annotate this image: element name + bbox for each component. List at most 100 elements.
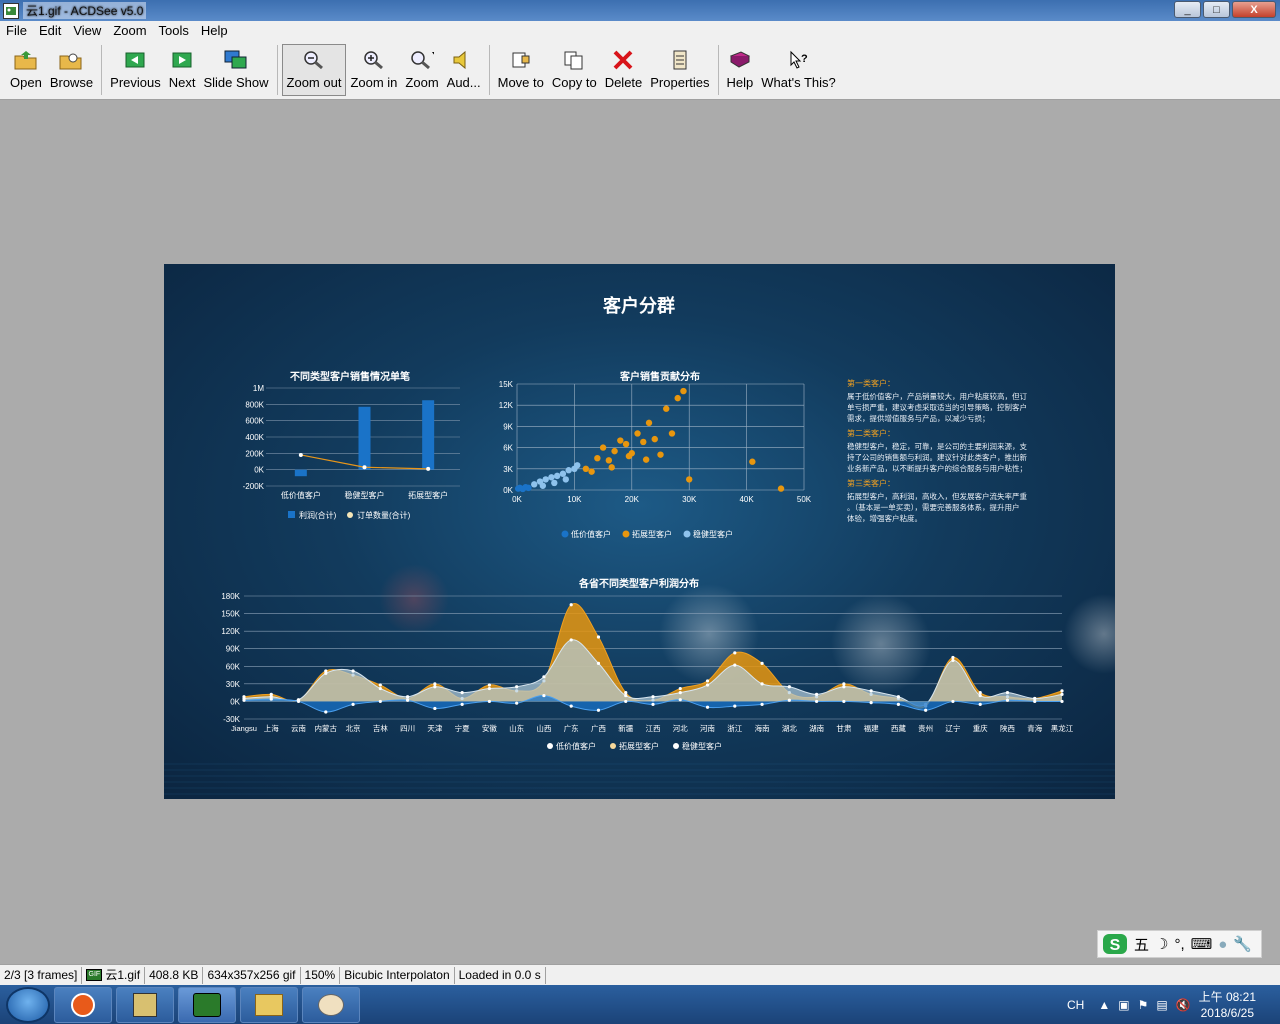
taskbar-app-1[interactable] (54, 986, 112, 1023)
delete-button[interactable]: Delete (601, 44, 647, 96)
area-x-tick: 黑龙江 (1051, 723, 1074, 733)
area-point (705, 683, 710, 687)
volume-muted-icon[interactable]: 🔇 (1176, 998, 1191, 1012)
scatter-point (634, 430, 641, 437)
menu-zoom[interactable]: Zoom (107, 23, 152, 38)
zoom-out-button[interactable]: Zoom out (281, 43, 347, 96)
next-button[interactable]: Next (165, 44, 200, 96)
scatter-x-tick: 20K (625, 495, 640, 504)
taskbar-paint[interactable] (302, 986, 360, 1023)
scatter-point (611, 447, 618, 455)
menu-tools[interactable]: Tools (153, 23, 195, 38)
note-body-line: 单亏损严重，建议考虑采取适当的引导策略，控制客户 (847, 402, 1027, 412)
scatter-point (551, 479, 558, 487)
menu-view[interactable]: View (67, 23, 107, 38)
keyboard-icon[interactable]: ⌨ (1191, 935, 1213, 953)
scatter-point (562, 476, 569, 483)
zoom-dropdown-button[interactable]: Zoom (401, 44, 442, 96)
scatter-y-tick: 3K (503, 465, 513, 474)
browse-button[interactable]: Browse (46, 44, 97, 96)
scatter-legend-label: 低价值客户 (571, 529, 611, 539)
copy-to-button[interactable]: Copy to (548, 44, 601, 96)
zoom-in-button[interactable]: Zoom in (346, 44, 401, 96)
whats-this-button[interactable]: ? What's This? (757, 44, 840, 96)
scatter-y-tick: 12K (499, 401, 514, 410)
maximize-button[interactable]: □ (1203, 1, 1230, 18)
menu-file[interactable]: File (0, 23, 33, 38)
audio-button[interactable]: Aud... (443, 44, 485, 96)
clock[interactable]: 上午 08:21 2018/6/25 (1199, 989, 1256, 1021)
scatter-point (625, 452, 633, 460)
action-center-flag-icon[interactable]: ⚑ (1138, 998, 1149, 1012)
area-point (596, 661, 601, 665)
area-point (705, 679, 710, 683)
properties-icon (668, 49, 692, 71)
tray-app-icon[interactable]: ▣ (1118, 998, 1129, 1012)
sogou-s-icon[interactable]: S (1102, 933, 1128, 955)
ime-mode[interactable]: 五 (1134, 934, 1149, 955)
area-point (815, 692, 819, 696)
taskbar-acdsee[interactable] (178, 986, 236, 1023)
area-x-tick: 四川 (400, 724, 415, 733)
zoom-in-icon (362, 49, 386, 71)
area-point (433, 706, 437, 711)
open-button[interactable]: Open (6, 44, 46, 96)
menu-bar: File Edit View Zoom Tools Help (0, 21, 1280, 40)
slideshow-button[interactable]: Slide Show (199, 44, 272, 96)
start-button[interactable] (6, 986, 50, 1023)
scatter-y-tick: 9K (503, 422, 513, 431)
help-button[interactable]: Help (723, 44, 758, 96)
menu-help[interactable]: Help (195, 23, 234, 38)
scatter-point (645, 419, 653, 427)
zoom-out-icon (302, 49, 326, 71)
area-point (624, 693, 628, 698)
acdsee-eye-icon (193, 992, 221, 1017)
scatter-y-tick: 15K (499, 380, 514, 389)
punctuation-icon[interactable]: °, (1174, 936, 1184, 953)
area-y-tick: 150K (221, 610, 240, 619)
area-point (242, 698, 246, 702)
minimize-button[interactable]: _ (1174, 1, 1201, 18)
language-indicator[interactable]: CH (1067, 998, 1084, 1012)
scatter-x-tick: 50K (797, 495, 812, 504)
dashboard-svg: 客户分群 不同类型客户销售情况单笔 1M 800K 600K 400K 200K 0K -20… (164, 295, 1115, 795)
ime-toolbar[interactable]: S 五 ☽ °, ⌨ ● 🔧 (1097, 930, 1262, 958)
area-point (406, 695, 410, 699)
previous-button[interactable]: Previous (106, 44, 165, 96)
area-x-tick: Jiangsu (231, 724, 257, 733)
taskbar-explorer[interactable] (240, 986, 298, 1023)
clock-time: 上午 08:21 (1198, 989, 1256, 1004)
area-point (378, 699, 382, 704)
dashboard-title: 客户分群 (603, 295, 675, 316)
area-point (978, 691, 982, 695)
area-point (1033, 699, 1037, 704)
area-x-tick: 内蒙古 (315, 723, 338, 733)
area-point (460, 702, 464, 706)
area-legend-swatch (610, 743, 616, 749)
network-icon[interactable]: ▤ (1156, 998, 1167, 1012)
user-icon[interactable]: ● (1218, 936, 1227, 953)
notes-panel: 第一类客户： 属于低价值客户，产品销量较大，用户粘度较高，但订单亏损严重，建议考虑… (847, 378, 1027, 523)
order-count-point (362, 465, 367, 470)
toolbar-separator (717, 44, 719, 95)
wrench-icon[interactable]: 🔧 (1233, 935, 1252, 953)
area-legend-label: 拓展型客户 (619, 741, 659, 751)
move-to-button[interactable]: Move to (494, 44, 548, 96)
moon-icon[interactable]: ☽ (1155, 935, 1168, 953)
close-button[interactable]: X (1232, 1, 1276, 18)
scatter-point (559, 470, 567, 477)
area-legend-label: 低价值客户 (556, 741, 596, 751)
window-title: 云1.gif - ACDSee v5.0 (23, 2, 147, 19)
area-point (542, 675, 546, 679)
area-point (1033, 696, 1037, 701)
scatter-x-tick: 30K (682, 495, 697, 504)
properties-button[interactable]: Properties (646, 44, 713, 96)
area-point (1060, 689, 1064, 693)
area-point (678, 691, 682, 695)
acdsee-app-icon[interactable] (3, 2, 19, 19)
taskbar-app-2[interactable] (116, 986, 174, 1023)
tray-expand-icon[interactable]: ▲ (1098, 998, 1110, 1012)
scatter-point (531, 481, 538, 488)
area-x-tick: 上海 (264, 723, 279, 733)
menu-edit[interactable]: Edit (33, 23, 67, 38)
